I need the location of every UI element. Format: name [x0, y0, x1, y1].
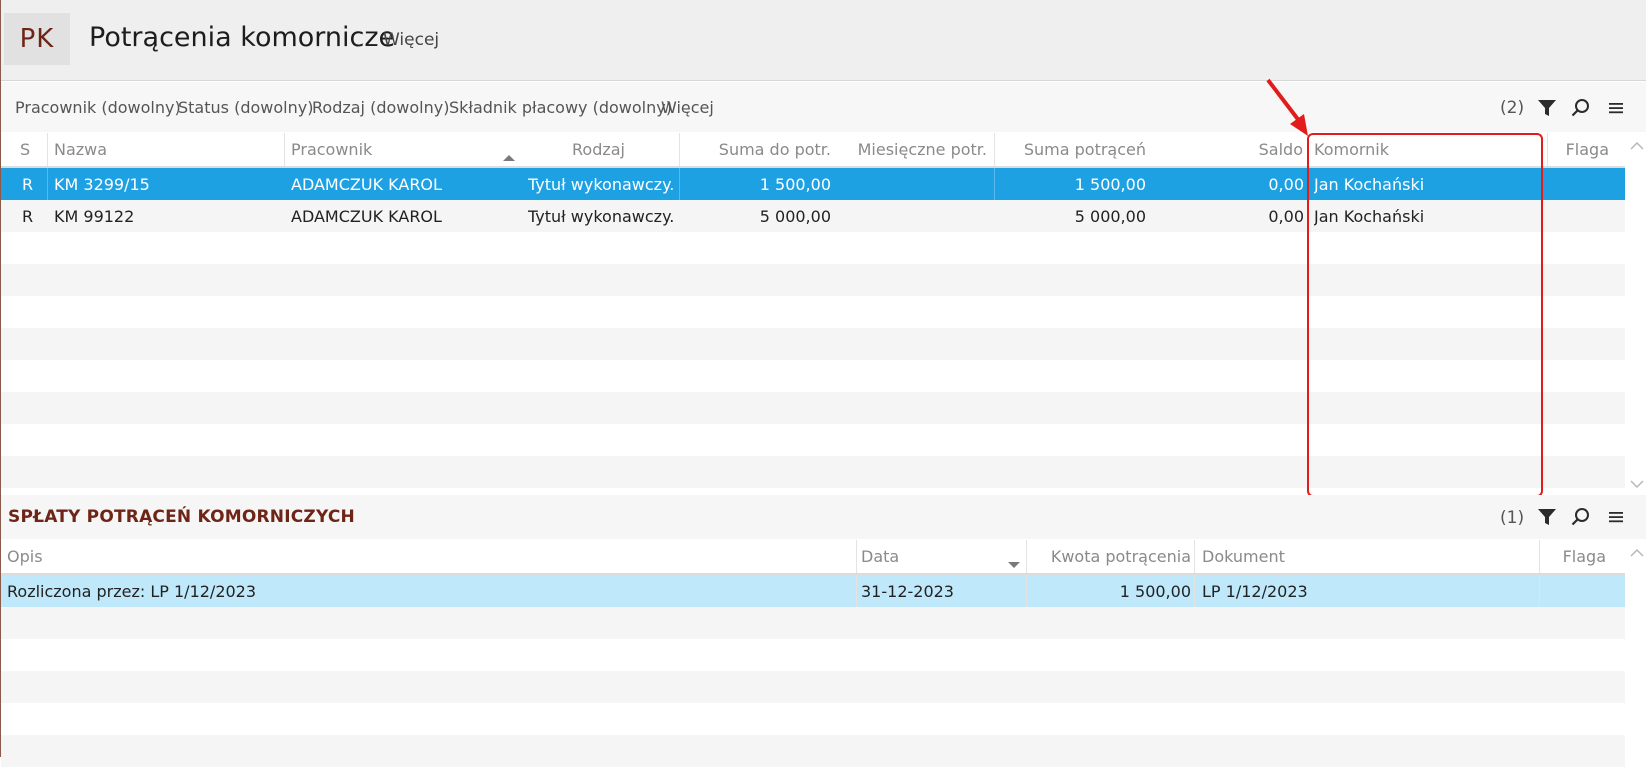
sort-ascending-icon: [503, 147, 515, 166]
detail-record-count: (1): [1500, 508, 1525, 528]
col-miesieczne-potr[interactable]: Miesięczne potr.: [841, 140, 987, 159]
col-data[interactable]: Data: [861, 547, 899, 566]
filter-rodzaj[interactable]: Rodzaj (dowolny): [312, 98, 449, 117]
cell-nazwa: KM 3299/15: [54, 175, 150, 194]
cell-opis: Rozliczona przez: LP 1/12/2023: [7, 582, 257, 601]
col-s[interactable]: S: [20, 140, 30, 159]
detail-section-header: SPŁATY POTRĄCEŃ KOMORNICZYCH (1): [1, 495, 1646, 539]
col-rodzaj[interactable]: Rodzaj: [521, 140, 625, 159]
scroll-up-icon[interactable]: [1628, 546, 1646, 564]
page-title: Potrącenia komornicze: [89, 22, 396, 53]
empty-row: [1, 735, 1625, 767]
empty-row: [1, 671, 1625, 703]
col-kwota-potracenia[interactable]: Kwota potrącenia: [1031, 547, 1191, 566]
cell-pracownik: ADAMCZUK KAROL: [291, 175, 442, 194]
filter-bar: Pracownik (dowolny) Status (dowolny) Rod…: [1, 82, 1646, 132]
splaty-grid: Opis Data Kwota potrącenia Dokument Flag…: [1, 540, 1646, 767]
filter-icon[interactable]: [1535, 96, 1559, 120]
filter-skladnik[interactable]: Składnik płacowy (dowolny): [449, 98, 672, 117]
header-more-link[interactable]: Więcej: [383, 30, 439, 50]
cell-rodzaj: Tytuł wykonawczy...: [528, 207, 676, 226]
col-opis[interactable]: Opis: [7, 547, 43, 566]
app-badge: PK: [4, 13, 70, 65]
filter-more[interactable]: Więcej: [661, 98, 714, 117]
scroll-up-icon[interactable]: [1628, 139, 1646, 157]
menu-icon[interactable]: [1604, 505, 1628, 529]
cell-dokument: LP 1/12/2023: [1202, 582, 1308, 601]
col-flaga[interactable]: Flaga: [1546, 547, 1606, 566]
col-suma-do-potr[interactable]: Suma do potr.: [681, 140, 831, 159]
table-row[interactable]: Rozliczona przez: LP 1/12/2023 31-12-202…: [1, 575, 1625, 607]
detail-grid-header: Opis Data Kwota potrącenia Dokument Flag…: [1, 540, 1625, 575]
col-flaga[interactable]: Flaga: [1549, 140, 1609, 159]
search-icon[interactable]: [1569, 505, 1593, 529]
col-pracownik[interactable]: Pracownik: [291, 140, 372, 159]
scroll-down-icon[interactable]: [1628, 477, 1646, 495]
komornik-highlight-box: [1307, 133, 1543, 497]
empty-row: [1, 639, 1625, 671]
search-icon[interactable]: [1569, 96, 1593, 120]
col-dokument[interactable]: Dokument: [1202, 547, 1285, 566]
cell-saldo: 0,00: [1268, 207, 1304, 226]
page-header: PK Potrącenia komornicze Więcej: [1, 0, 1646, 81]
record-count: (2): [1500, 98, 1525, 118]
cell-suma-potracen: 5 000,00: [1074, 207, 1146, 226]
detail-section-title: SPŁATY POTRĄCEŃ KOMORNICZYCH: [8, 507, 355, 527]
cell-suma-do-potr: 5 000,00: [759, 207, 831, 226]
cell-suma-potracen: 1 500,00: [1074, 175, 1146, 194]
cell-saldo: 0,00: [1268, 175, 1304, 194]
empty-row: [1, 703, 1625, 735]
cell-kwota: 1 500,00: [1119, 582, 1191, 601]
col-suma-potracen[interactable]: Suma potrąceń: [1001, 140, 1146, 159]
cell-rodzaj: Tytuł wykonawczy...: [528, 175, 676, 194]
cell-s: R: [22, 175, 34, 194]
cell-pracownik: ADAMCZUK KAROL: [291, 207, 442, 226]
sort-descending-icon: [1008, 554, 1020, 573]
filter-pracownik[interactable]: Pracownik (dowolny): [15, 98, 181, 117]
filter-icon[interactable]: [1535, 505, 1559, 529]
col-nazwa[interactable]: Nazwa: [54, 140, 107, 159]
empty-row: [1, 607, 1625, 639]
cell-s: R: [22, 207, 34, 226]
filter-status[interactable]: Status (dowolny): [178, 98, 313, 117]
cell-nazwa: KM 99122: [54, 207, 135, 226]
cell-data: 31-12-2023: [861, 582, 954, 601]
cell-suma-do-potr: 1 500,00: [759, 175, 831, 194]
menu-icon[interactable]: [1604, 96, 1628, 120]
